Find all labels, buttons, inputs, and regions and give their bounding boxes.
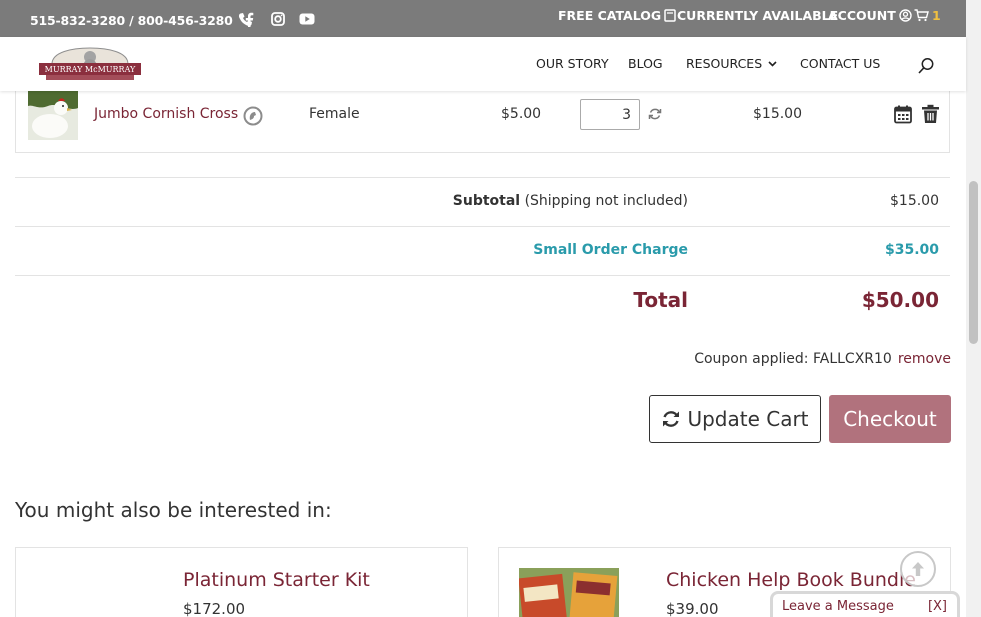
- nav-resources[interactable]: RESOURCES: [686, 56, 777, 71]
- product-card[interactable]: Platinum Starter Kit $172.00: [15, 547, 468, 617]
- main-header: MURRAY McMURRAY OUR STORY BLOG RESOURCES…: [0, 37, 966, 91]
- total-value: $50.00: [861, 288, 939, 312]
- subtotal-label: Subtotal (Shipping not included): [453, 193, 688, 209]
- update-cart-button[interactable]: Update Cart: [649, 395, 821, 443]
- chat-widget[interactable]: Leave a Message [X]: [770, 591, 960, 617]
- scrollbar-thumb[interactable]: [969, 181, 978, 344]
- trash-icon[interactable]: [921, 104, 940, 124]
- coupon-text: Coupon applied: FALLCXR10: [694, 351, 892, 367]
- product-card-title[interactable]: Platinum Starter Kit: [183, 569, 370, 591]
- currently-available-link[interactable]: CURRENTLY AVAILABLE: [677, 8, 838, 23]
- account-link[interactable]: ACCOUNT: [828, 8, 912, 23]
- rooster-badge-icon[interactable]: [243, 106, 263, 126]
- product-card-price: $39.00: [666, 600, 719, 617]
- update-cart-label: Update Cart: [687, 407, 809, 431]
- product-card-title[interactable]: Chicken Help Book Bundle: [666, 569, 916, 591]
- nav-blog[interactable]: BLOG: [628, 56, 663, 71]
- scroll-to-top-button[interactable]: [900, 551, 936, 587]
- nav-contact-us[interactable]: CONTACT US: [800, 56, 880, 71]
- product-card-price: $172.00: [183, 600, 246, 617]
- subtotal-label-text: Subtotal: [452, 193, 521, 209]
- product-name-link[interactable]: Jumbo Cornish Cross: [94, 106, 238, 122]
- product-unit-price: $5.00: [501, 106, 542, 122]
- phone-link[interactable]: 515-832-3280 / 800-456-3280: [30, 12, 253, 28]
- subtotal-note: (Shipping not included): [524, 193, 688, 209]
- facebook-icon[interactable]: [240, 10, 258, 28]
- book-bundle-image[interactable]: [519, 568, 619, 617]
- currently-available-label: CURRENTLY AVAILABLE: [677, 8, 839, 23]
- checkout-button[interactable]: Checkout: [829, 395, 951, 443]
- divider: [15, 226, 950, 227]
- related-heading: You might also be interested in:: [15, 498, 332, 522]
- product-thumbnail[interactable]: [28, 90, 78, 140]
- quantity-input[interactable]: [580, 99, 640, 130]
- nav-resources-label: RESOURCES: [686, 56, 763, 71]
- product-sex: Female: [309, 106, 360, 122]
- small-order-charge-value: $35.00: [884, 242, 939, 258]
- divider: [15, 177, 950, 178]
- cart-link[interactable]: 1: [914, 8, 941, 23]
- account-label: ACCOUNT: [828, 8, 896, 23]
- cart-icon: [914, 9, 929, 22]
- chevron-down-icon: [768, 60, 777, 67]
- logo-text: MURRAY McMURRAY: [45, 65, 136, 74]
- instagram-icon[interactable]: [269, 10, 287, 28]
- cart-count: 1: [932, 8, 941, 23]
- top-bar: 515-832-3280 / 800-456-3280 FREE CATALOG…: [0, 0, 966, 37]
- divider: [15, 275, 950, 276]
- total-label: Total: [633, 288, 688, 312]
- account-icon: [899, 9, 912, 22]
- refresh-icon: [663, 411, 680, 427]
- refresh-icon[interactable]: [648, 107, 662, 121]
- free-catalog-label: FREE CATALOG: [558, 8, 662, 23]
- coupon-applied: Coupon applied: FALLCXR10 remove: [694, 351, 951, 367]
- free-catalog-link[interactable]: FREE CATALOG: [558, 8, 676, 23]
- chat-label: Leave a Message: [782, 599, 894, 614]
- nav-our-story[interactable]: OUR STORY: [536, 56, 609, 71]
- product-line-total: $15.00: [753, 106, 802, 122]
- youtube-icon[interactable]: [298, 10, 316, 28]
- checkout-label: Checkout: [843, 407, 937, 431]
- arrow-up-icon: [912, 562, 924, 576]
- calendar-icon[interactable]: [893, 104, 913, 124]
- catalog-icon: [664, 9, 676, 22]
- coupon-remove-link[interactable]: remove: [898, 351, 951, 367]
- chat-close[interactable]: [X]: [928, 599, 947, 614]
- search-icon[interactable]: [917, 57, 935, 75]
- product-name: Jumbo Cornish Cross: [94, 106, 239, 122]
- small-order-charge-label: Small Order Charge: [533, 242, 688, 258]
- subtotal-value: $15.00: [890, 193, 939, 209]
- scrollbar[interactable]: [966, 0, 981, 617]
- phone-numbers: 515-832-3280 / 800-456-3280: [30, 12, 233, 28]
- logo[interactable]: MURRAY McMURRAY: [38, 46, 142, 82]
